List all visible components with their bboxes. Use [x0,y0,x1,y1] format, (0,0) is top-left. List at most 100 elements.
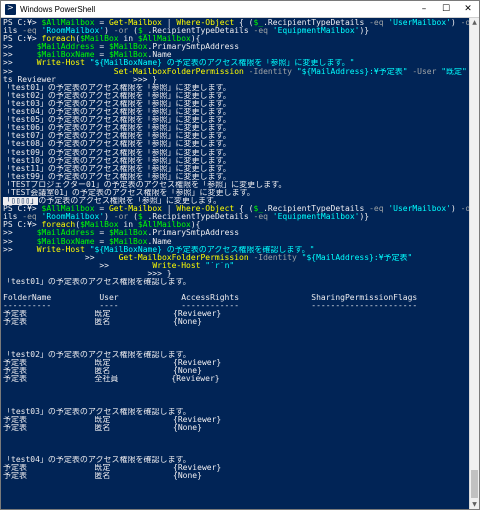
console-segment: $_ [253,19,264,27]
console-segment: = [94,205,109,214]
console-segment: )} [359,27,370,36]
console-segment: 「test01」の予定表のアクセス権限を確認します。 [3,278,191,286]
console-line: >> $MailAddress = $MailBox.PrimarySmtpAd… [3,43,469,51]
console-segment: "${MailAddress}:¥予定表" [292,67,408,76]
console-segment: $_ [253,205,264,214]
title-bar[interactable]: Windows PowerShell – ☐ ✕ [1,1,479,18]
console-line: 「test04」の予定表のアクセス権限を確認します。 [3,456,469,464]
console-segment: $MailBox [80,221,119,230]
console-line: 「test07」の予定表のアクセス権限を「参照」に変更します。 [3,132,469,140]
console-segment: ils [3,213,23,222]
console-segment: $MailAddress [36,43,95,52]
console-segment: $AllMailbox [137,35,191,44]
console-segment: -or [113,27,129,36]
console-segment: "`r`n" [200,261,235,270]
console-line: 「test10」の予定表のアクセス権限を「参照」に変更します。 [3,157,469,165]
console-segment: PS C:¥> [3,35,42,44]
console-line: 「test06」の予定表のアクセス権限を「参照」に変更します。 [3,124,469,132]
console-line: 予定表 既定 {Reviewer} [3,359,469,367]
console-line: 予定表 匿名 {None} [3,318,469,326]
console-segment: >> [3,67,114,76]
console-segment: 「test11」の予定表のアクセス権限を「参照」に変更します。 [3,164,231,173]
console-segment: Where-Object [176,19,235,27]
console-segment: 「test04」の予定表のアクセス権限を確認します。 [3,456,191,465]
console-line: 予定表 全社員 {Reviewer} [3,375,469,383]
console-line: >>> } [3,270,469,278]
console-segment: 「test04」の予定表のアクセス権限を「参照」に変更します。 [3,108,231,117]
console-segment: ils [3,27,23,36]
console-output[interactable]: PS C:¥> $AllMailbox = Get-Mailbox | Wher… [1,18,469,509]
console-segment: ---------- ---- ------------ -----------… [3,302,418,311]
console-segment: 「TESTプロジェクター01」の予定表のアクセス権限を「参照」に変更します。 [3,180,287,189]
console-line: ils -eq 'RoomMailbox') -or ($_.Recipient… [3,213,469,221]
console-segment: $AllMailbox [41,19,95,27]
console-segment: 予定表 匿名 {None} [3,472,202,481]
console-segment: { ( [234,205,254,214]
console-segment: ){ [190,221,201,230]
console-segment: PS C:¥> [3,19,42,27]
console-segment: $_ [137,27,148,36]
console-segment: -eq [22,27,37,36]
powershell-icon [5,3,16,15]
console-line: 「test11」の予定表のアクセス権限を「参照」に変更します。 [3,165,469,173]
console-segment: = [94,19,109,27]
console-segment: 'UserMailbox' [383,19,451,27]
console-segment: 「test03」の予定表のアクセス権限を「参照」に変更します。 [3,99,231,108]
console-segment: Where-Object [176,205,235,214]
console-segment: = [94,43,109,52]
console-line: 「TESTプロジェクター01」の予定表のアクセス権限を「参照」に変更します。 [3,181,469,189]
console-segment: >> [3,237,37,246]
console-segment: Get-MailboxFolderPermission [118,253,249,262]
console-segment: $AllMailbox [137,221,191,230]
console-segment: in [118,221,138,230]
console-line: 「test09」の予定表のアクセス権限を「参照」に変更します。 [3,149,469,157]
console-segment: ){ [190,35,201,44]
console-line: 「▯▯▯▯」の予定表のアクセス権限を「参照」に変更します。 [3,197,469,206]
console-segment: 「test10」の予定表のアクセス権限を「参照」に変更します。 [3,156,231,165]
console-segment: >> [3,59,37,68]
console-line: 「test99」の予定表のアクセス権限を「参照」に変更します。 [3,173,469,181]
console-segment: -or [460,19,469,27]
console-segment: Get-Mailbox [108,205,162,214]
console-segment: | [161,205,177,214]
vertical-scrollbar[interactable]: ▲ ▼ [469,18,479,509]
scroll-down-button[interactable]: ▼ [470,500,479,509]
console-segment: -Identity [248,253,297,262]
console-line: >> Get-MailboxFolderPermission -Identity… [3,254,469,262]
close-button[interactable]: ✕ [457,1,479,17]
console-line: PS C:¥> foreach($MailBox in $AllMailbox)… [3,35,469,43]
console-segment: $MailBoxName [36,237,95,246]
console-line: 「test04」の予定表のアクセス権限を「参照」に変更します。 [3,108,469,116]
console-segment: -eq [253,27,268,36]
window-title: Windows PowerShell [20,4,96,14]
console-line: >> $MailBoxName = $MailBox.Name [3,51,469,59]
console-segment: -or [113,213,129,222]
console-segment: Write-Host [36,59,85,68]
console-segment: $MailBoxName [36,51,95,60]
console-segment: 「▯▯▯▯」 [3,197,39,206]
console-segment: in [118,35,138,44]
console-segment: ( [128,27,138,36]
scroll-track[interactable] [470,27,479,500]
console-segment: $MailBox [80,35,119,44]
maximize-button[interactable]: ☐ [435,1,457,17]
console-segment: >> [3,229,37,238]
console-line: 「test03」の予定表のアクセス権限を確認します。 [3,408,469,416]
minimize-button[interactable]: – [413,1,435,17]
console-line: FolderName User AccessRights SharingPerm… [3,294,469,302]
console-segment: $AllMailbox [41,205,95,214]
scroll-thumb[interactable] [471,470,478,498]
console-segment: -Identity [243,67,292,76]
console-segment: ( [128,213,138,222]
console-segment: foreach [41,35,76,44]
scroll-up-button[interactable]: ▲ [470,18,479,27]
console-segment: .PrimarySmtpAddress [147,43,240,52]
console-segment: = [94,229,109,238]
